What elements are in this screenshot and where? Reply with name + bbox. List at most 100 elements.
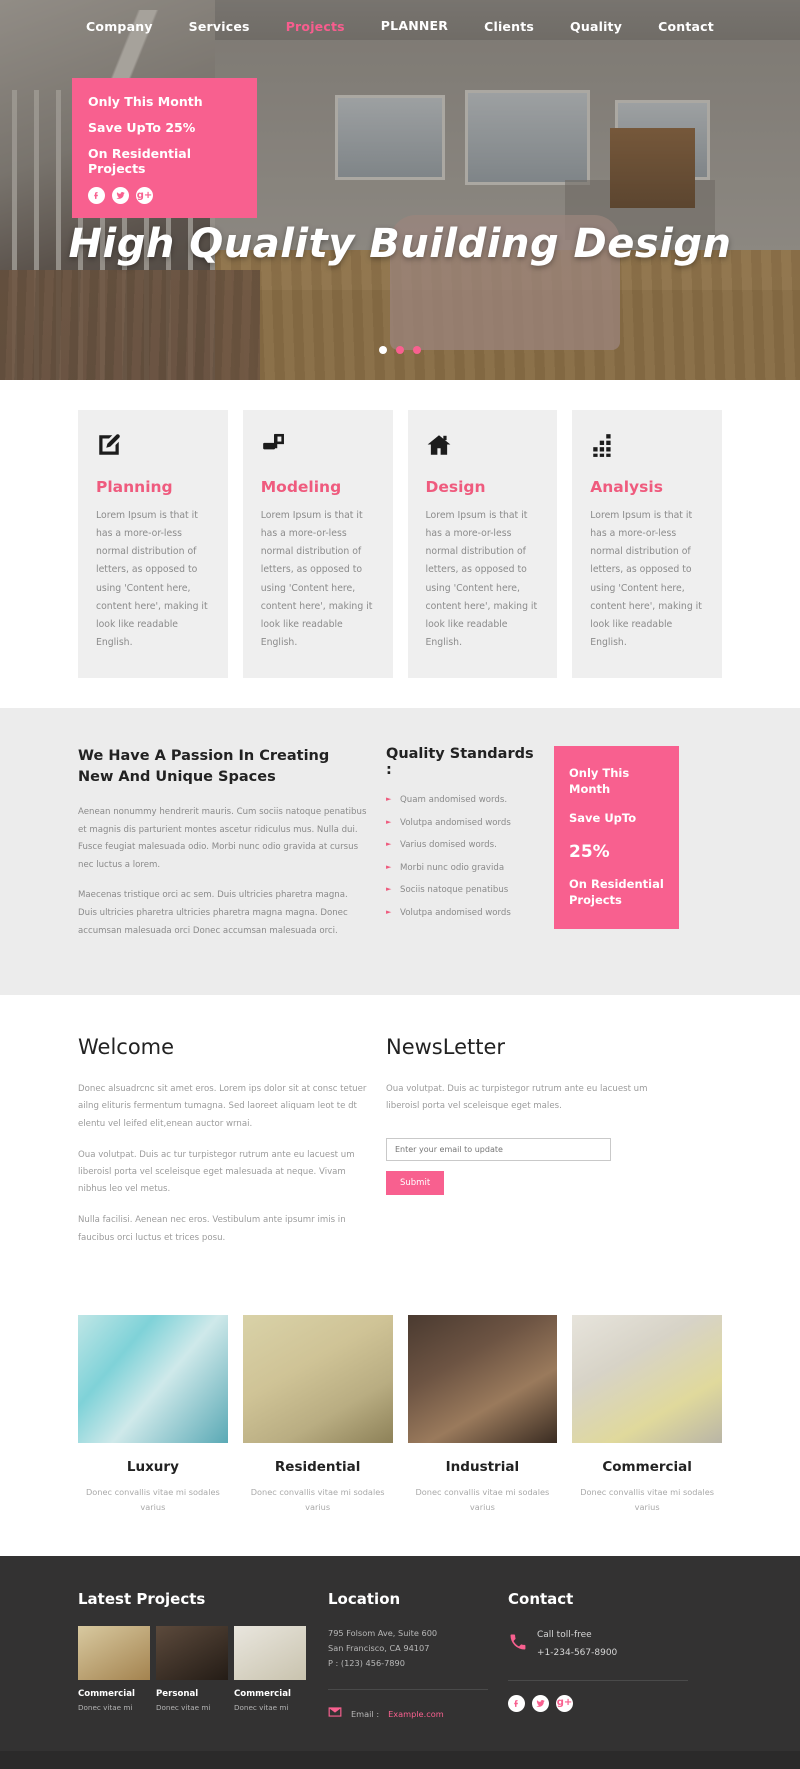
standards-item: Morbi nunc odio gravida bbox=[386, 863, 536, 873]
twitter-icon[interactable] bbox=[532, 1694, 549, 1712]
newsletter-paragraph: Oua volutpat. Duis ac turpistegor rutrum… bbox=[386, 1084, 648, 1112]
footer-email-link[interactable]: Example.com bbox=[388, 1709, 444, 1719]
site-footer: Latest Projects Commercial Donec vitae m… bbox=[0, 1555, 800, 1752]
nav-item-clients[interactable]: Clients bbox=[466, 19, 552, 34]
slider-dot-3[interactable] bbox=[413, 346, 421, 354]
footer-contact-phone: +1-234-567-8900 bbox=[537, 1647, 618, 1658]
service-title: Analysis bbox=[590, 478, 663, 496]
promo-line-1: Only This Month bbox=[88, 94, 203, 109]
footer-social-links: g+ bbox=[508, 1694, 688, 1712]
welcome-paragraph-1: Donec alsuadrcnc sit amet eros. Lorem ip… bbox=[78, 1084, 367, 1129]
welcome-title: Welcome bbox=[78, 1035, 175, 1060]
newsletter-title: NewsLetter bbox=[386, 1035, 506, 1060]
service-description: Lorem Ipsum is that it has a more-or-les… bbox=[425, 510, 538, 648]
footer-heading: Latest Projects bbox=[78, 1589, 206, 1608]
portfolio-title: Industrial bbox=[445, 1458, 520, 1475]
offer-box: Only This Month Save UpTo 25% On Residen… bbox=[554, 746, 679, 929]
footer-heading: Contact bbox=[508, 1589, 574, 1608]
footer-divider bbox=[508, 1679, 688, 1681]
footer-phone: P : (123) 456-7890 bbox=[328, 1658, 405, 1669]
footer-project-item[interactable]: Personal Donec vitae mi bbox=[156, 1625, 228, 1712]
residential-thumb bbox=[242, 1314, 393, 1443]
portfolio-caption: Donec convallis vitae mi sodales varius bbox=[415, 1486, 550, 1513]
footer-project-title: Personal bbox=[156, 1688, 199, 1699]
nav-item-company[interactable]: Company bbox=[68, 19, 171, 34]
footer-project-thumbs: Commercial Donec vitae mi Personal Donec… bbox=[78, 1625, 308, 1712]
footer-project-item[interactable]: Commercial Donec vitae mi bbox=[234, 1625, 306, 1712]
industrial-thumb bbox=[407, 1314, 558, 1443]
footer-email-row: Email : Example.com bbox=[328, 1704, 488, 1723]
footer-divider bbox=[328, 1689, 488, 1691]
footer-project-item[interactable]: Commercial Donec vitae mi bbox=[78, 1625, 150, 1712]
phone-icon bbox=[508, 1632, 528, 1656]
service-card-analysis[interactable]: Analysis Lorem Ipsum is that it has a mo… bbox=[572, 410, 722, 678]
google-plus-icon[interactable]: g+ bbox=[136, 187, 153, 204]
footer-project-caption: Donec vitae mi bbox=[234, 1702, 289, 1712]
nav-item-quality[interactable]: Quality bbox=[552, 19, 640, 34]
welcome-block: Welcome Donec alsuadrcnc sit amet eros. … bbox=[78, 1035, 368, 1261]
slider-dot-2[interactable] bbox=[396, 346, 404, 354]
footer-location: Location 795 Folsom Ave, Suite 600 San F… bbox=[328, 1590, 488, 1724]
footer-latest-projects: Latest Projects Commercial Donec vitae m… bbox=[78, 1590, 308, 1724]
promo-social-links: g+ bbox=[88, 187, 241, 204]
page-root: Company Services Projects PLANNER Client… bbox=[0, 0, 800, 1769]
service-cards: Planning Lorem Ipsum is that it has a mo… bbox=[0, 410, 800, 678]
standards-item: Volutpa andomised words bbox=[386, 908, 536, 918]
quality-standards-block: Quality Standards : Quam andomised words… bbox=[386, 746, 536, 953]
newsletter-submit-button[interactable]: Submit bbox=[386, 1170, 445, 1195]
service-card-modeling[interactable]: Modeling Lorem Ipsum is that it has a mo… bbox=[242, 410, 393, 678]
portfolio-item-luxury[interactable]: Luxury Donec convallis vitae mi sodales … bbox=[78, 1314, 228, 1516]
footer-call-label: Call toll-free bbox=[537, 1629, 592, 1640]
quality-standards-title: Quality Standards : bbox=[386, 746, 534, 778]
footer-project-title: Commercial bbox=[234, 1688, 291, 1699]
service-card-design[interactable]: Design Lorem Ipsum is that it has a more… bbox=[407, 410, 558, 678]
nav-item-contact[interactable]: Contact bbox=[640, 19, 732, 34]
promo-line-2: Save UpTo 25% bbox=[88, 120, 196, 135]
portfolio-caption: Donec convallis vitae mi sodales varius bbox=[250, 1486, 385, 1513]
google-plus-icon[interactable]: g+ bbox=[556, 1694, 573, 1712]
footer-project-thumb bbox=[234, 1625, 306, 1680]
portfolio-caption: Donec convallis vitae mi sodales varius bbox=[85, 1486, 220, 1513]
service-title: Design bbox=[425, 478, 486, 496]
footer-project-caption: Donec vitae mi bbox=[78, 1702, 133, 1712]
passion-paragraph-2: Maecenas tristique orci ac sem. Duis ult… bbox=[78, 890, 348, 936]
home-icon bbox=[426, 432, 540, 462]
newsletter-email-input[interactable] bbox=[386, 1137, 611, 1161]
portfolio-title: Commercial bbox=[602, 1458, 692, 1475]
footer-email-label: Email : bbox=[351, 1708, 380, 1719]
service-description: Lorem Ipsum is that it has a more-or-les… bbox=[96, 510, 208, 648]
portfolio-caption: Donec convallis vitae mi sodales varius bbox=[580, 1486, 715, 1513]
luxury-thumb bbox=[78, 1314, 228, 1443]
promo-line-3: On Residential Projects bbox=[88, 146, 192, 176]
twitter-icon[interactable] bbox=[112, 187, 129, 204]
passion-heading: We Have A Passion In Creating New And Un… bbox=[78, 748, 330, 786]
quality-standards-list: Quam andomised words. Volutpa andomised … bbox=[386, 795, 536, 918]
commercial-thumb bbox=[572, 1314, 722, 1443]
footer-bottom-bar bbox=[0, 1751, 800, 1769]
footer-heading: Location bbox=[328, 1589, 401, 1608]
portfolio-title: Residential bbox=[274, 1458, 361, 1475]
service-card-planning[interactable]: Planning Lorem Ipsum is that it has a mo… bbox=[78, 410, 228, 678]
nav-item-services[interactable]: Services bbox=[171, 19, 268, 34]
portfolio-item-residential[interactable]: Residential Donec convallis vitae mi sod… bbox=[242, 1314, 393, 1516]
portfolio-item-industrial[interactable]: Industrial Donec convallis vitae mi soda… bbox=[407, 1314, 558, 1516]
nav-item-projects[interactable]: Projects bbox=[268, 19, 363, 34]
slider-dot-1[interactable] bbox=[379, 346, 387, 354]
footer-contact: Contact Call toll-free +1-234-567-8900 g… bbox=[508, 1590, 688, 1724]
footer-address-line-1: 795 Folsom Ave, Suite 600 bbox=[328, 1627, 438, 1638]
facebook-icon[interactable] bbox=[88, 187, 105, 204]
passion-text-block: We Have A Passion In Creating New And Un… bbox=[78, 746, 368, 953]
hero-promo-box: Only This Month Save UpTo 25% On Residen… bbox=[72, 78, 257, 218]
passion-section: We Have A Passion In Creating New And Un… bbox=[0, 708, 800, 996]
footer-phone-row: Call toll-free +1-234-567-8900 bbox=[508, 1626, 688, 1662]
service-description: Lorem Ipsum is that it has a more-or-les… bbox=[590, 510, 702, 648]
portfolio-item-commercial[interactable]: Commercial Donec convallis vitae mi soda… bbox=[572, 1314, 722, 1516]
service-description: Lorem Ipsum is that it has a more-or-les… bbox=[260, 510, 373, 648]
standards-item: Quam andomised words. bbox=[386, 795, 536, 805]
offer-line-1: Only This Month bbox=[569, 766, 630, 796]
slider-dots bbox=[0, 346, 800, 354]
edit-square-icon bbox=[96, 432, 210, 462]
standards-item: Varius domised words. bbox=[386, 840, 536, 850]
site-logo[interactable]: PLANNER bbox=[363, 19, 466, 33]
facebook-icon[interactable] bbox=[508, 1694, 525, 1712]
